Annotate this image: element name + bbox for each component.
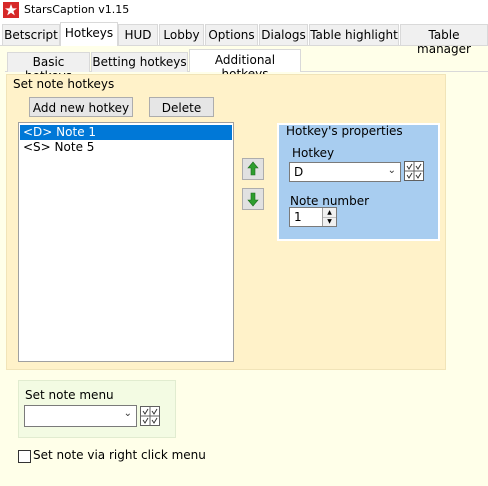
hotkey-properties-title: Hotkey's properties bbox=[286, 124, 403, 138]
set-note-menu-select[interactable]: ⌄ bbox=[24, 405, 137, 427]
hotkey-select-value: D bbox=[294, 165, 304, 179]
arrow-down-icon bbox=[247, 192, 259, 207]
checkbox-grid-icon bbox=[405, 162, 423, 180]
move-down-button[interactable] bbox=[242, 188, 264, 210]
tab-table-highlight[interactable]: Table highlight bbox=[309, 24, 399, 45]
tab-table-manager[interactable]: Table manager bbox=[400, 24, 488, 56]
note-number-label: Note number bbox=[290, 194, 370, 208]
list-item[interactable]: <S> Note 5 bbox=[20, 140, 232, 155]
hotkey-label: Hotkey bbox=[292, 146, 335, 160]
tab-options[interactable]: Options bbox=[205, 24, 258, 45]
note-number-value: 1 bbox=[294, 210, 302, 224]
tab-hotkeys[interactable]: Hotkeys bbox=[60, 22, 118, 46]
stepper-buttons: ▲ ▼ bbox=[322, 208, 336, 226]
checkbox-grid-icon bbox=[141, 407, 159, 425]
tab-dialogs[interactable]: Dialogs bbox=[259, 24, 308, 45]
list-item[interactable]: <D> Note 1 bbox=[20, 125, 232, 140]
subtab-basic-hotkeys[interactable]: Basic hotkeys bbox=[7, 52, 90, 83]
set-note-hotkeys-title: Set note hotkeys bbox=[13, 77, 115, 91]
chevron-down-icon: ⌄ bbox=[123, 408, 132, 419]
note-hotkey-list[interactable]: <D> Note 1 <S> Note 5 bbox=[18, 122, 234, 362]
note-number-stepper[interactable]: 1 ▲ ▼ bbox=[289, 207, 337, 227]
delete-button[interactable]: Delete bbox=[149, 97, 214, 117]
arrow-up-icon bbox=[247, 161, 259, 176]
menu-grid-button[interactable] bbox=[140, 406, 160, 426]
hotkey-select[interactable]: D ⌄ bbox=[289, 162, 401, 182]
hotkey-grid-button[interactable] bbox=[404, 161, 424, 181]
move-up-button[interactable] bbox=[242, 158, 264, 180]
chevron-down-icon: ⌄ bbox=[387, 165, 396, 176]
right-click-menu-checkbox[interactable] bbox=[18, 450, 31, 463]
stepper-down-icon[interactable]: ▼ bbox=[323, 217, 336, 226]
subtab-betting-hotkeys[interactable]: Betting hotkeys bbox=[91, 52, 188, 72]
tab-lobby[interactable]: Lobby bbox=[159, 24, 204, 45]
app-logo-icon bbox=[3, 2, 19, 18]
tab-hud[interactable]: HUD bbox=[118, 24, 158, 45]
add-new-hotkey-button[interactable]: Add new hotkey bbox=[29, 97, 133, 117]
right-click-menu-label: Set note via right click menu bbox=[33, 448, 206, 462]
window-title: StarsCaption v1.15 bbox=[24, 3, 130, 16]
tab-betscript[interactable]: Betscript bbox=[2, 24, 60, 45]
set-note-menu-label: Set note menu bbox=[25, 388, 114, 402]
subtab-additional-hotkeys[interactable]: Additional hotkeys bbox=[189, 49, 301, 81]
